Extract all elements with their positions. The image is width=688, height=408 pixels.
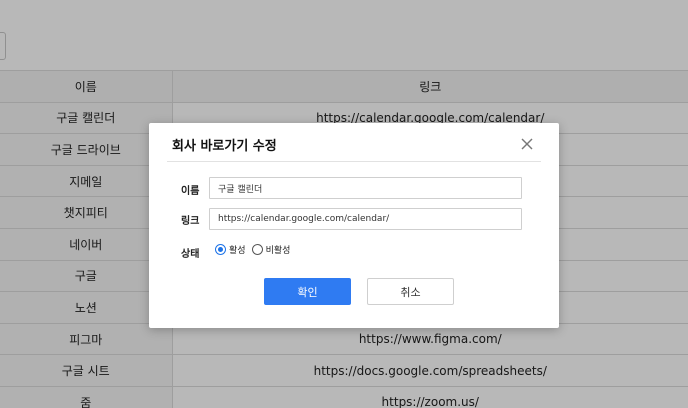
confirm-button[interactable]: 확인 bbox=[264, 278, 351, 305]
status-radio-inactive[interactable]: 비활성 bbox=[251, 243, 291, 256]
radio-label-active: 활성 bbox=[229, 246, 246, 256]
link-label: 링크 bbox=[181, 216, 200, 227]
radio-label-inactive: 비활성 bbox=[265, 246, 291, 256]
close-icon[interactable] bbox=[517, 134, 537, 154]
name-input[interactable] bbox=[209, 177, 522, 199]
modal-title: 회사 바로가기 수정 bbox=[172, 139, 277, 154]
name-label: 이름 bbox=[181, 186, 200, 197]
status-radio-group: 활성 비활성 bbox=[215, 243, 296, 256]
cancel-button[interactable]: 취소 bbox=[367, 278, 454, 305]
radio-icon bbox=[251, 244, 263, 255]
modal-divider bbox=[167, 161, 541, 162]
status-label: 상태 bbox=[181, 249, 200, 260]
edit-shortcut-modal: 회사 바로가기 수정 이름 링크 상태 활성 비활성 확인 취소 bbox=[149, 123, 559, 328]
radio-icon bbox=[215, 244, 226, 255]
status-radio-active[interactable]: 활성 bbox=[215, 243, 246, 256]
link-input[interactable] bbox=[209, 208, 522, 230]
